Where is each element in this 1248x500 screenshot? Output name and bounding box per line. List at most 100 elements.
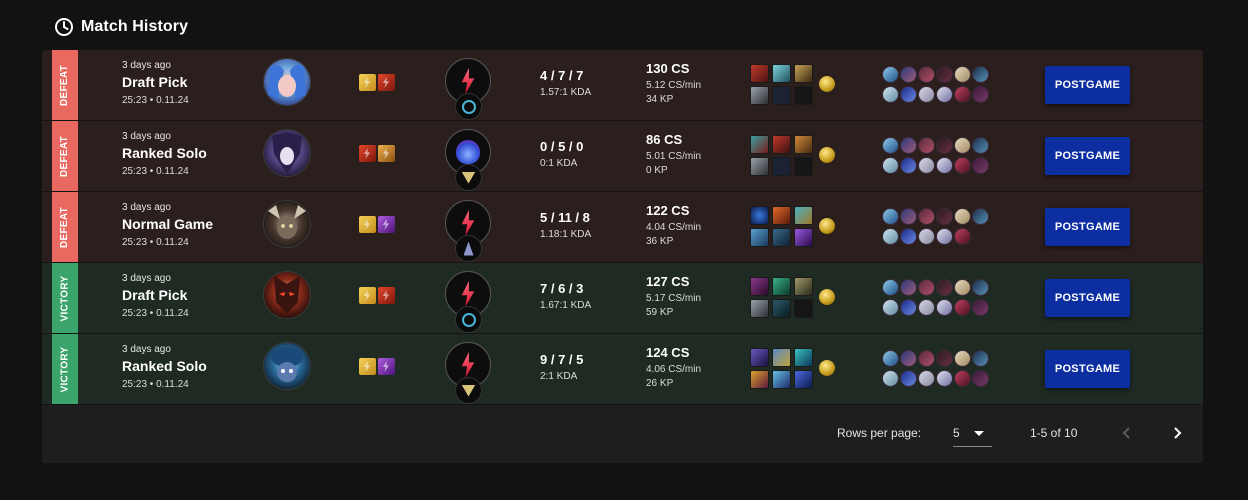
build-icon	[972, 299, 989, 316]
build-icon	[936, 299, 953, 316]
kill-participation: 26 KP	[646, 378, 674, 389]
previous-page-button[interactable]	[1112, 418, 1142, 448]
kda-ratio: 0:1 KDA	[540, 158, 578, 169]
secondary-rune-icon	[455, 164, 482, 191]
kda-block: 4 / 7 / 7 1.57:1 KDA	[540, 68, 591, 98]
postgame-button[interactable]: POSTGAME	[1045, 137, 1130, 175]
item-icon	[772, 277, 791, 296]
result-badge: VICTORY	[52, 334, 78, 404]
match-duration-patch: 25:23 • 0.11.24	[122, 308, 189, 319]
build-icon	[900, 208, 917, 225]
cs-total: 130 CS	[646, 61, 690, 76]
skill-order	[882, 137, 992, 177]
build-icon	[954, 299, 971, 316]
build-icon	[918, 228, 935, 245]
champion-portrait	[263, 342, 311, 390]
result-label: DEFEAT	[59, 64, 71, 106]
build-icon	[900, 86, 917, 103]
result-label: DEFEAT	[59, 135, 71, 177]
cs-block: 122 CS 4.04 CS/min 36 KP	[646, 203, 701, 247]
match-list: DEFEAT 3 days ago Draft Pick 25:23 • 0.1…	[42, 50, 1203, 405]
teleport-spell-icon	[378, 358, 395, 375]
empty-item-slot-icon	[794, 86, 813, 105]
rows-per-page-value: 5	[953, 426, 960, 440]
build-icon	[900, 66, 917, 83]
match-row: VICTORY 3 days ago Ranked Solo 25:23 • 0…	[42, 334, 1203, 405]
item-icon	[772, 228, 791, 247]
secondary-rune-icon	[455, 377, 482, 404]
kda-score: 4 / 7 / 7	[540, 68, 584, 83]
result-badge: DEFEAT	[52, 121, 78, 191]
flash-spell-icon	[359, 358, 376, 375]
build-icon	[900, 279, 917, 296]
build-icon	[900, 157, 917, 174]
postgame-button[interactable]: POSTGAME	[1045, 208, 1130, 246]
trinket-icon	[819, 76, 835, 92]
item-build	[750, 348, 838, 390]
match-time-ago: 3 days ago	[122, 273, 171, 284]
kill-participation: 59 KP	[646, 307, 674, 318]
item-icon	[772, 64, 791, 83]
cs-per-min: 5.12 CS/min	[646, 80, 702, 91]
next-page-button[interactable]	[1162, 418, 1192, 448]
game-mode: Ranked Solo	[122, 145, 207, 161]
kda-score: 5 / 11 / 8	[540, 210, 590, 225]
build-icon	[972, 370, 989, 387]
cs-per-min: 4.06 CS/min	[646, 364, 702, 375]
item-icon	[794, 135, 813, 154]
item-icon	[794, 206, 813, 225]
build-icon	[954, 86, 971, 103]
item-icon	[794, 348, 813, 367]
postgame-button[interactable]: POSTGAME	[1045, 350, 1130, 388]
match-info: 3 days ago Draft Pick 25:23 • 0.11.24	[122, 60, 189, 106]
result-label: VICTORY	[59, 346, 71, 392]
item-icon	[750, 86, 769, 105]
match-time-ago: 3 days ago	[122, 131, 171, 142]
pagination-range: 1-5 of 10	[1030, 426, 1078, 440]
result-badge: DEFEAT	[52, 50, 78, 120]
trinket-icon	[819, 360, 835, 376]
match-info: 3 days ago Draft Pick 25:23 • 0.11.24	[122, 273, 189, 319]
match-duration-patch: 25:23 • 0.11.24	[122, 95, 189, 106]
secondary-rune-icon	[455, 306, 482, 333]
match-row: DEFEAT 3 days ago Draft Pick 25:23 • 0.1…	[42, 50, 1203, 121]
build-icon	[954, 350, 971, 367]
build-icon	[900, 350, 917, 367]
clock-icon	[55, 18, 73, 36]
teleport-spell-icon	[378, 216, 395, 233]
match-info: 3 days ago Ranked Solo 25:23 • 0.11.24	[122, 131, 207, 177]
game-mode: Draft Pick	[122, 74, 188, 90]
postgame-button[interactable]: POSTGAME	[1045, 279, 1130, 317]
build-icon	[936, 66, 953, 83]
build-icon	[882, 157, 899, 174]
build-icon	[954, 279, 971, 296]
page-title: Match History	[81, 18, 189, 35]
item-icon	[750, 370, 769, 389]
item-icon	[750, 299, 769, 318]
build-icon	[900, 299, 917, 316]
item-icon	[750, 157, 769, 176]
cs-per-min: 5.01 CS/min	[646, 151, 702, 162]
ignite-spell-icon	[378, 74, 395, 91]
build-icon	[972, 279, 989, 296]
build-icon	[918, 299, 935, 316]
item-icon	[772, 348, 791, 367]
item-icon	[750, 135, 769, 154]
item-icon	[794, 228, 813, 247]
kda-block: 5 / 11 / 8 1.18:1 KDA	[540, 210, 591, 240]
build-icon	[972, 66, 989, 83]
match-info: 3 days ago Normal Game 25:23 • 0.11.24	[122, 202, 213, 248]
match-time-ago: 3 days ago	[122, 202, 171, 213]
item-icon	[794, 64, 813, 83]
summoner-spells	[359, 74, 395, 91]
match-history-card: DEFEAT 3 days ago Draft Pick 25:23 • 0.1…	[42, 50, 1203, 463]
cs-per-min: 5.17 CS/min	[646, 293, 702, 304]
build-icon	[972, 208, 989, 225]
postgame-button[interactable]: POSTGAME	[1045, 66, 1130, 104]
item-icon	[772, 299, 791, 318]
build-icon	[900, 370, 917, 387]
kda-block: 9 / 7 / 5 2:1 KDA	[540, 352, 583, 382]
match-time-ago: 3 days ago	[122, 344, 171, 355]
rows-per-page-select[interactable]: 5	[953, 422, 992, 447]
kda-block: 0 / 5 / 0 0:1 KDA	[540, 139, 583, 169]
